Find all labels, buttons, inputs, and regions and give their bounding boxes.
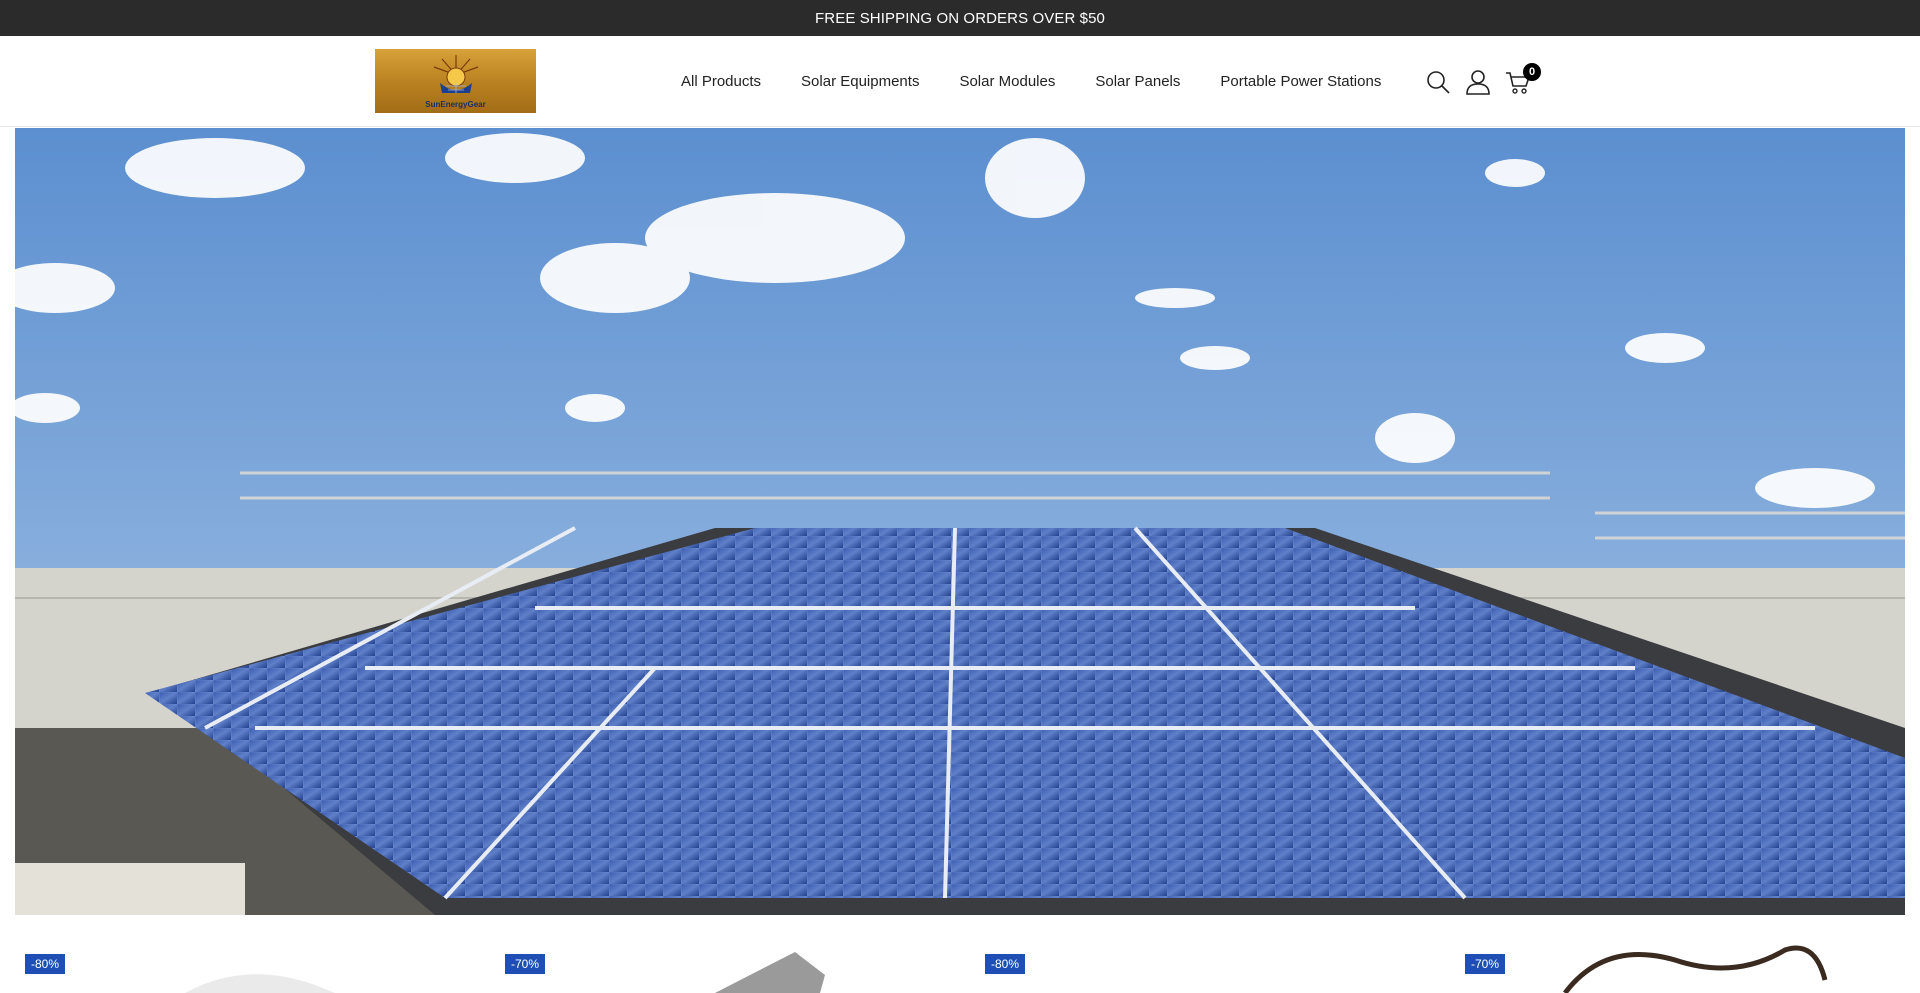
announcement-bar: FREE SHIPPING ON ORDERS OVER $50 — [0, 0, 1920, 36]
product-image — [715, 952, 825, 993]
nav-item-all-products[interactable]: All Products — [681, 73, 761, 90]
cart-count-badge: 0 — [1523, 62, 1541, 81]
logo[interactable]: SunEnergyGear — [375, 49, 536, 113]
header-icons: 0 — [1425, 36, 1541, 127]
product-card[interactable]: -70% — [495, 940, 955, 993]
product-image — [1563, 945, 1828, 993]
product-card[interactable]: -80% — [975, 940, 1435, 993]
discount-badge: -70% — [1465, 954, 1506, 974]
announcement-text: FREE SHIPPING ON ORDERS OVER $50 — [815, 9, 1105, 27]
nav-item-portable-power-stations[interactable]: Portable Power Stations — [1220, 73, 1381, 90]
hero-banner[interactable] — [15, 128, 1905, 915]
sun-logo-icon — [433, 55, 478, 93]
discount-badge: -80% — [985, 954, 1026, 974]
product-grid: -80% -70% -80% -70% — [0, 940, 1920, 993]
product-image — [185, 974, 335, 993]
nav-item-solar-equipments[interactable]: Solar Equipments — [801, 73, 919, 90]
search-icon[interactable] — [1425, 69, 1451, 95]
product-card[interactable]: -70% — [1455, 940, 1915, 993]
nav-item-solar-panels[interactable]: Solar Panels — [1095, 73, 1180, 90]
cart-icon[interactable]: 0 — [1505, 62, 1541, 95]
discount-badge: -70% — [505, 954, 546, 974]
site-header: SunEnergyGear All Products Solar Equipme… — [0, 36, 1920, 127]
logo-text: SunEnergyGear — [425, 100, 486, 109]
product-card[interactable]: -80% — [15, 940, 475, 993]
main-nav: All Products Solar Equipments Solar Modu… — [681, 36, 1381, 127]
hero-image — [15, 128, 1905, 915]
user-icon[interactable] — [1465, 69, 1491, 95]
discount-badge: -80% — [25, 954, 66, 974]
nav-item-solar-modules[interactable]: Solar Modules — [959, 73, 1055, 90]
